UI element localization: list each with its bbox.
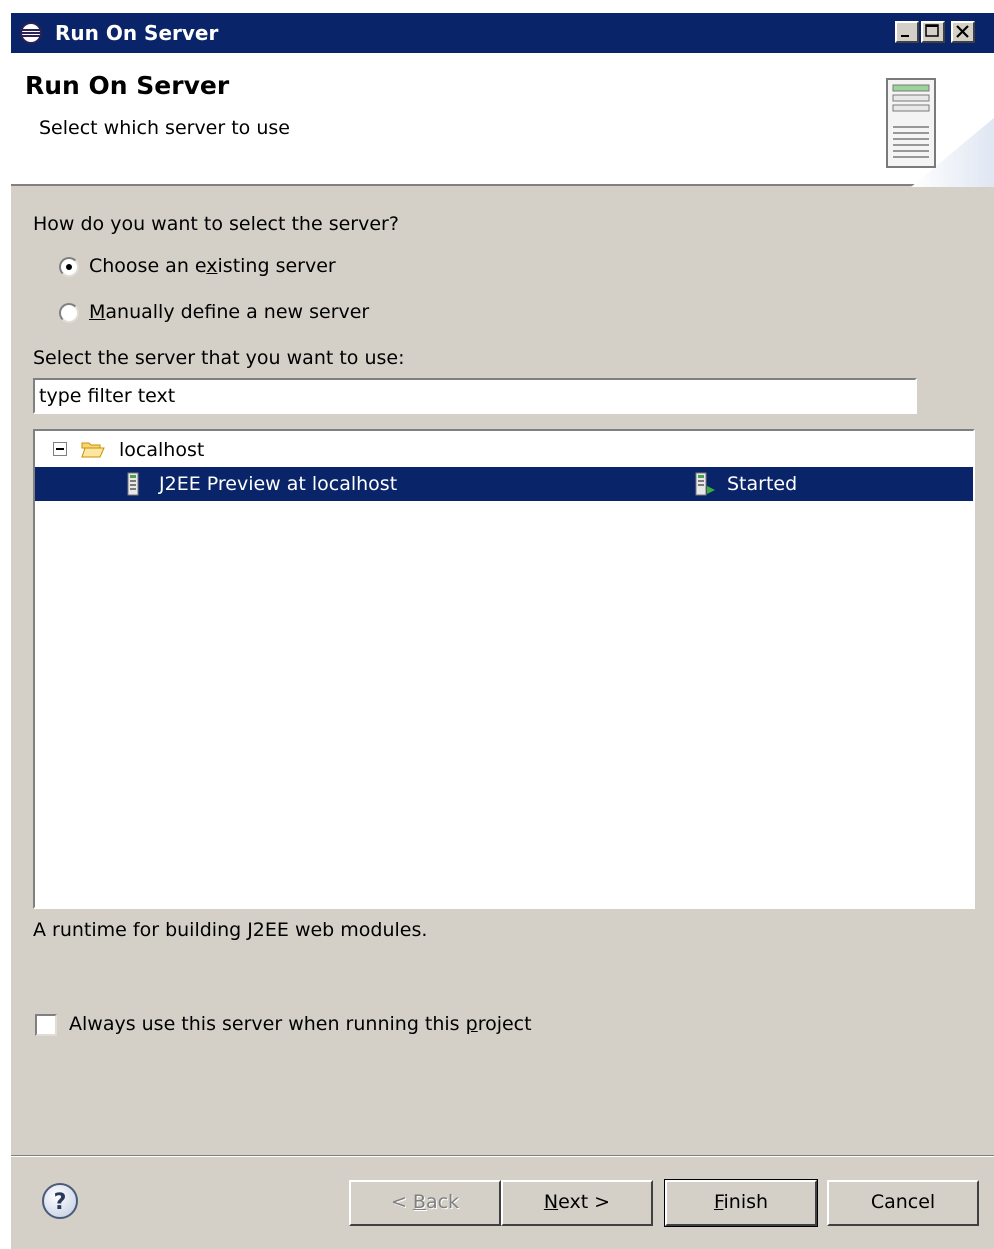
svg-text:?: ? bbox=[54, 1190, 67, 1215]
filter-input[interactable] bbox=[33, 378, 917, 414]
close-icon bbox=[956, 25, 969, 38]
manually-define-radio[interactable] bbox=[59, 303, 79, 323]
server-banner-icon bbox=[886, 78, 994, 187]
always-use-label[interactable]: Always use this server when running this… bbox=[69, 1011, 532, 1037]
choose-existing-label[interactable]: Choose an existing server bbox=[89, 253, 336, 279]
minimize-button[interactable] bbox=[895, 21, 919, 43]
back-button[interactable]: < Back bbox=[349, 1180, 501, 1226]
tree-group-label: localhost bbox=[119, 439, 205, 461]
radio-selected-dot bbox=[66, 264, 72, 270]
choose-existing-radio[interactable] bbox=[59, 257, 79, 277]
tree-row-server[interactable]: J2EE Preview at localhost Started bbox=[35, 467, 973, 501]
maximize-button[interactable] bbox=[921, 21, 945, 43]
next-button[interactable]: Next > bbox=[501, 1180, 653, 1226]
run-on-server-dialog: Run On Server Run On Server Select which… bbox=[10, 12, 994, 1249]
close-button[interactable] bbox=[951, 21, 975, 43]
window-title: Run On Server bbox=[55, 21, 219, 45]
finish-button[interactable]: Finish bbox=[664, 1179, 818, 1227]
wizard-header: Run On Server Select which server to use bbox=[11, 53, 994, 187]
collapse-toggle[interactable] bbox=[53, 442, 67, 456]
minimize-icon bbox=[901, 35, 909, 37]
footer-separator bbox=[11, 1155, 994, 1157]
server-tree[interactable]: localhost J2EE Preview at localhost Star… bbox=[33, 429, 975, 909]
server-started-icon bbox=[695, 472, 715, 496]
always-use-checkbox[interactable] bbox=[35, 1014, 57, 1036]
title-bar[interactable]: Run On Server bbox=[11, 13, 994, 53]
server-selection-question: How do you want to select the server? bbox=[33, 213, 399, 235]
select-server-label: Select the server that you want to use: bbox=[33, 347, 405, 369]
server-description: A runtime for building J2EE web modules. bbox=[33, 919, 428, 941]
help-icon[interactable]: ? bbox=[41, 1182, 79, 1220]
maximize-icon bbox=[925, 24, 939, 37]
server-name: J2EE Preview at localhost bbox=[159, 473, 398, 495]
server-icon bbox=[127, 472, 139, 496]
eclipse-icon bbox=[20, 22, 42, 44]
tree-group-localhost[interactable]: localhost bbox=[35, 433, 973, 467]
manually-define-label[interactable]: Manually define a new server bbox=[89, 299, 369, 325]
page-title: Run On Server bbox=[25, 71, 230, 100]
page-subtitle: Select which server to use bbox=[39, 117, 290, 139]
server-state: Started bbox=[727, 473, 798, 495]
cancel-button[interactable]: Cancel bbox=[827, 1180, 979, 1226]
folder-icon bbox=[81, 442, 105, 458]
